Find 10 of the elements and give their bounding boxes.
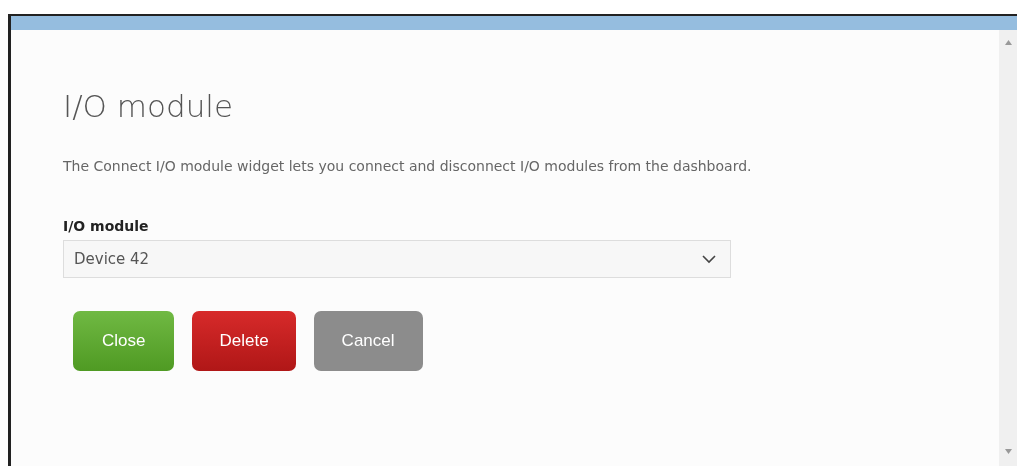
chevron-down-icon (702, 254, 716, 264)
scrollbar[interactable] (999, 30, 1017, 466)
scroll-up-icon[interactable] (1004, 40, 1012, 45)
field-label: I/O module (63, 218, 150, 234)
dialog-title: I/O module (63, 88, 234, 124)
description-text: The Connect I/O module widget lets you connect and disconnect I/O modules from the dashboard. (63, 157, 753, 176)
module-dropdown[interactable]: Device 42 (63, 240, 731, 278)
cancel-button[interactable]: Cancel (313, 311, 423, 371)
scroll-down-icon[interactable] (1004, 449, 1012, 454)
delete-button[interactable]: Delete (192, 311, 296, 371)
